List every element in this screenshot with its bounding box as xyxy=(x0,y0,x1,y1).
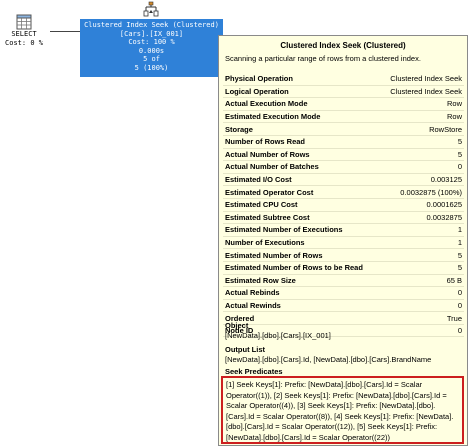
seek-node-cost: Cost: 100 % xyxy=(128,38,175,47)
property-row: Physical Operation Clustered Index Seek xyxy=(223,73,464,86)
property-name: Physical Operation xyxy=(225,74,293,84)
property-name: Actual Rebinds xyxy=(225,288,280,298)
select-cost: Cost: 0 % xyxy=(5,39,43,47)
tooltip-properties: Physical Operation Clustered Index Seek L… xyxy=(223,73,464,338)
property-row: Estimated Execution Mode Row xyxy=(223,111,464,124)
select-operator-node[interactable]: SELECT Cost: 0 % xyxy=(2,14,46,48)
seek-predicates-title: Seek Predicates xyxy=(225,367,283,376)
property-row: Number of Rows Read 5 xyxy=(223,136,464,149)
seek-node-details[interactable]: Clustered Index Seek (Clustered) [Cars].… xyxy=(80,19,223,77)
property-value: 5 xyxy=(457,149,462,159)
property-row: Estimated Number of Rows 5 xyxy=(223,249,464,262)
select-label: SELECT xyxy=(11,30,37,38)
property-name: Actual Number of Rows xyxy=(225,149,310,159)
property-value: 0.0032875 (100%) xyxy=(400,187,462,197)
property-name: Actual Number of Batches xyxy=(225,162,319,172)
property-name: Estimated Operator Cost xyxy=(225,187,314,197)
property-name: Logical Operation xyxy=(225,86,289,96)
property-row: Actual Rewinds 0 xyxy=(223,300,464,313)
object-value: [NewData].[dbo].[Cars].[IX_001] xyxy=(225,331,331,340)
property-value: Clustered Index Seek xyxy=(390,86,462,96)
property-value: 1 xyxy=(457,238,462,248)
property-value: 0 xyxy=(457,300,462,310)
property-name: Estimated Number of Rows xyxy=(225,250,323,260)
property-value: 0 xyxy=(457,288,462,298)
output-list-section: Output List [NewData].[dbo].[Cars].Id, [… xyxy=(225,345,463,364)
property-name: Estimated Number of Executions xyxy=(225,225,343,235)
property-name: Estimated Number of Rows to be Read xyxy=(225,263,363,273)
property-name: Number of Rows Read xyxy=(225,137,306,147)
property-value: 5 xyxy=(457,250,462,260)
select-table-icon xyxy=(16,14,32,30)
property-value: Clustered Index Seek xyxy=(390,74,462,84)
property-name: Estimated CPU Cost xyxy=(225,200,298,210)
property-name: Actual Execution Mode xyxy=(225,99,308,109)
seek-predicates-section: Seek Predicates xyxy=(225,367,463,376)
property-row: Estimated Subtree Cost 0.0032875 xyxy=(223,212,464,225)
property-name: Storage xyxy=(225,124,253,134)
seek-node-time: 0.000s xyxy=(138,46,165,55)
property-row: Estimated Operator Cost 0.0032875 (100%) xyxy=(223,186,464,199)
property-value: 0.003125 xyxy=(430,175,462,185)
property-row: Actual Number of Rows 5 xyxy=(223,149,464,162)
property-name: Estimated Row Size xyxy=(225,275,296,285)
tooltip-description: Scanning a particular range of rows from… xyxy=(225,54,421,63)
object-section: Object [NewData].[dbo].[Cars].[IX_001] xyxy=(225,321,463,340)
output-list-value: [NewData].[dbo].[Cars].Id, [NewData].[db… xyxy=(225,355,432,364)
property-row: Actual Execution Mode Row xyxy=(223,98,464,111)
property-value: RowStore xyxy=(429,124,462,134)
seek-node-operator: Clustered Index Seek (Clustered) xyxy=(84,21,219,29)
property-row: Actual Rebinds 0 xyxy=(223,287,464,300)
property-name: Estimated Subtree Cost xyxy=(225,212,310,222)
seek-node-rows-estimated: 5 (100%) xyxy=(134,63,169,72)
property-value: 5 xyxy=(457,263,462,273)
property-value: 0.0001625 xyxy=(426,200,462,210)
property-row: Storage RowStore xyxy=(223,123,464,136)
property-value: 5 xyxy=(457,137,462,147)
property-value: 0 xyxy=(457,162,462,172)
tooltip-title: Clustered Index Seek (Clustered) xyxy=(280,41,406,50)
operator-tooltip: Clustered Index Seek (Clustered) Scannin… xyxy=(218,35,468,446)
seek-node-rows-actual: 5 of xyxy=(143,55,160,64)
property-value: 65 B xyxy=(446,275,462,285)
property-row: Estimated Row Size 65 B xyxy=(223,275,464,288)
property-name: Actual Rewinds xyxy=(225,300,281,310)
property-row: Estimated Number of Rows to be Read 5 xyxy=(223,262,464,275)
property-value: 1 xyxy=(457,225,462,235)
clustered-index-seek-node[interactable]: Clustered Index Seek (Clustered) [Cars].… xyxy=(80,1,223,77)
property-row: Number of Executions 1 xyxy=(223,237,464,250)
property-name: Estimated I/O Cost xyxy=(225,175,292,185)
property-name: Number of Executions xyxy=(225,238,305,248)
property-row: Logical Operation Clustered Index Seek xyxy=(223,86,464,99)
object-title: Object xyxy=(225,321,249,330)
property-name: Estimated Execution Mode xyxy=(225,112,321,122)
property-value: Row xyxy=(446,99,462,109)
property-row: Estimated CPU Cost 0.0001625 xyxy=(223,199,464,212)
clustered-index-seek-icon xyxy=(143,1,159,17)
property-row: Estimated I/O Cost 0.003125 xyxy=(223,174,464,187)
seek-predicates-highlight: [1] Seek Keys[1]: Prefix: [NewData].[dbo… xyxy=(221,376,464,444)
property-row: Actual Number of Batches 0 xyxy=(223,161,464,174)
plan-connector-arrow xyxy=(50,31,80,32)
seek-predicates-value: [1] Seek Keys[1]: Prefix: [NewData].[dbo… xyxy=(226,380,454,442)
seek-node-object: [Cars].[IX_001] xyxy=(119,29,184,38)
property-value: Row xyxy=(446,112,462,122)
property-row: Estimated Number of Executions 1 xyxy=(223,224,464,237)
property-value: 0.0032875 xyxy=(426,212,462,222)
output-list-title: Output List xyxy=(225,345,265,354)
